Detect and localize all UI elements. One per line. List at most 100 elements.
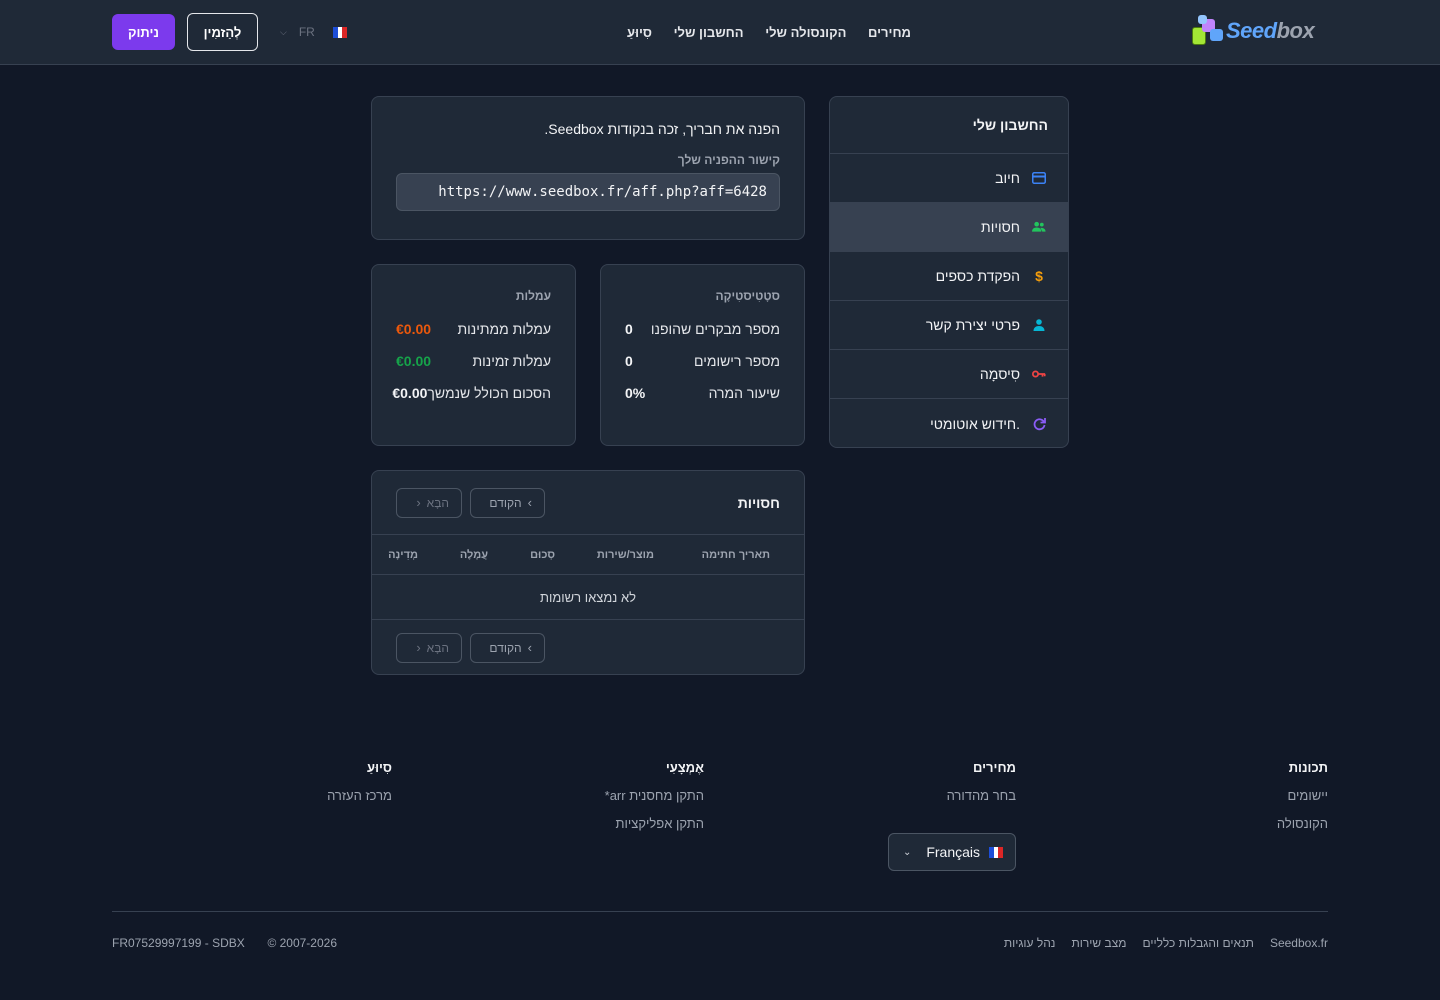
footer-link-install-apps[interactable]: התקן אפליקציות [605, 816, 704, 832]
commission-label: עמלות ממתינות [457, 321, 551, 337]
table-column-headers: תאריך חתימה מוצר/שירות סְכוּם עֲמָלָה מְ… [372, 535, 804, 575]
seedbox-logo[interactable]: Seedbox [1192, 14, 1322, 48]
column-header-product[interactable]: מוצר/שירות [597, 549, 654, 561]
sidebar-item-label: חיוב [995, 170, 1020, 186]
referral-intro: הפנה את חבריך, זכה בנקודות Seedbox. [544, 121, 780, 137]
statistics-card: סטָטִיסטִיקָה מספר מבקרים שהופנו 0 מספר … [600, 264, 805, 446]
next-label: הבָּא [426, 495, 449, 510]
referral-card: הפנה את חבריך, זכה בנקודות Seedbox. קישו… [371, 96, 805, 240]
footer-divider [112, 911, 1328, 912]
chevron-left-icon: ‹ [416, 495, 421, 510]
commission-value: €0.00 [396, 353, 432, 369]
commissions-card: עמלות עמלות ממתינות €0.00 עמלות זמינות €… [371, 264, 576, 446]
nav-pricing[interactable]: מחירים [868, 25, 911, 40]
pagination-bottom: › הקודם הבָּא ‹ [372, 620, 804, 674]
chevron-right-icon: › [527, 640, 532, 655]
pagination-top: › הקודם הבָּא ‹ [396, 487, 545, 518]
footer-language-select[interactable]: ⌄ Français [888, 833, 1016, 871]
copyright-line: FR07529997199 - SDBX © 2007-2026 [112, 936, 337, 950]
invite-button[interactable]: לְהַזמִין [187, 13, 258, 51]
footer-link-manage-cookies[interactable]: נהל עוגיות [1004, 936, 1056, 950]
stat-label: מספר רישומים [693, 353, 780, 369]
referral-link-label: קישור ההפניה שלך [677, 153, 780, 167]
sidebar-item-contact-details[interactable]: פרטי יצירת קשר [830, 301, 1068, 350]
footer-link-help-center[interactable]: מרכז העזרה [327, 788, 392, 804]
chevron-down-icon: ⌄ [903, 846, 912, 858]
sidebar-item-label: הפקדת כספים [935, 268, 1020, 284]
footer-col-title: אֶמְצָעִי [665, 760, 704, 775]
footer-col-features: תכונות יישומים הקונסולה [1277, 760, 1328, 832]
logout-button[interactable]: ניתוק [112, 14, 175, 50]
footer-link-seedbox[interactable]: Seedbox.fr [1270, 936, 1328, 950]
commission-row-withdrawn: הסכום הכולל שנמשך €0.00 [392, 377, 551, 409]
commission-value: €0.00 [396, 321, 432, 337]
previous-page-button[interactable]: › הקודם [470, 632, 545, 663]
sidebar-item-deposit[interactable]: הפקדת כספים $ [830, 252, 1068, 301]
footer-col-title: תכונות [1288, 760, 1328, 775]
logo-text-box: box [1276, 18, 1315, 43]
previous-label: הקודם [489, 640, 522, 655]
language-dropdown[interactable]: ⌵ FR [280, 22, 347, 42]
stat-row-visitors: מספר מבקרים שהופנו 0 [625, 313, 780, 345]
footer-col-title: סִיוּעַ [367, 760, 392, 775]
footer-col-title: מחירים [973, 760, 1016, 775]
french-flag-icon [332, 26, 347, 38]
sidebar-item-label: חידוש אוטומטי. [930, 415, 1020, 432]
key-icon [1032, 367, 1046, 381]
sidebar-item-label: פרטי יצירת קשר [925, 317, 1020, 333]
chevron-right-icon: › [527, 495, 532, 510]
commission-label: הסכום הכולל שנמשך [427, 385, 551, 401]
copyright-text: © 2007-2026 [267, 936, 337, 950]
stat-value: 0 [625, 321, 633, 337]
previous-page-button[interactable]: › הקודם [470, 487, 545, 518]
sidebar-item-password[interactable]: סִיסמָה [830, 350, 1068, 399]
footer-link-arr-stack[interactable]: התקן מחסנית arr* [605, 788, 704, 804]
sidebar-item-billing[interactable]: חיוב [830, 154, 1068, 203]
sponsorships-title: חסויות [737, 494, 780, 511]
users-icon [1032, 220, 1046, 234]
next-page-button[interactable]: הבָּא ‹ [396, 632, 462, 663]
footer-link-choose-edition[interactable]: בחר מהדורה [947, 788, 1016, 804]
company-id: FR07529997199 - SDBX [112, 936, 245, 950]
column-header-commission[interactable]: עֲמָלָה [460, 549, 488, 561]
user-icon [1032, 318, 1046, 332]
table-header-bar: חסויות › הקודם הבָּא ‹ [372, 471, 804, 535]
sidebar-item-sponsorships[interactable]: חסויות [830, 203, 1068, 252]
footer-col-resources: אֶמְצָעִי התקן מחסנית arr* התקן אפליקציו… [605, 760, 704, 832]
previous-label: הקודם [489, 495, 522, 510]
footer-link-service-status[interactable]: מצב שירות [1071, 936, 1126, 950]
table-empty-message: לא נמצאו רשומות [372, 575, 804, 620]
nav-my-console[interactable]: הקונסולה שלי [765, 25, 846, 40]
next-page-button[interactable]: הבָּא ‹ [396, 487, 462, 518]
next-label: הבָּא [426, 640, 449, 655]
footer-col-pricing: מחירים בחר מהדורה [947, 760, 1016, 804]
language-code: FR [298, 25, 315, 39]
chevron-down-icon: ⌵ [280, 26, 287, 37]
refresh-icon [1032, 417, 1046, 431]
language-label: Français [926, 844, 981, 860]
nav-support[interactable]: סִיוּעַ [627, 25, 652, 40]
sidebar-item-label: סִיסמָה [979, 366, 1020, 382]
column-header-amount[interactable]: סְכוּם [530, 549, 555, 561]
account-sidebar: החשבון שלי חיוב חסויות הפקדת כספים $ פרט… [829, 96, 1069, 448]
stat-value: 0% [625, 385, 646, 401]
column-header-signing-date[interactable]: תאריך חתימה [702, 549, 770, 561]
footer-link-console[interactable]: הקונסולה [1277, 816, 1328, 832]
commission-label: עמלות זמינות [472, 353, 551, 369]
nav-my-account[interactable]: החשבון שלי [674, 25, 744, 40]
dollar-icon: $ [1035, 268, 1043, 284]
commission-row-available: עמלות זמינות €0.00 [396, 345, 551, 377]
commission-row-pending: עמלות ממתינות €0.00 [396, 313, 551, 345]
logo-blocks-icon [1192, 15, 1224, 47]
credit-card-icon [1032, 171, 1046, 185]
sidebar-title: החשבון שלי [830, 97, 1068, 154]
sidebar-item-auto-renewal[interactable]: חידוש אוטומטי. [830, 399, 1068, 447]
referral-link-field[interactable] [396, 173, 780, 211]
top-navbar: Seedbox מחירים הקונסולה שלי החשבון שלי ס… [0, 0, 1440, 65]
stat-value: 0 [625, 353, 633, 369]
logo-text-seed: Seed [1226, 18, 1277, 43]
footer-link-apps[interactable]: יישומים [1277, 788, 1329, 804]
footer-link-terms[interactable]: תנאים והגבלות כלליים [1142, 936, 1253, 950]
footer-col-support: סִיוּעַ מרכז העזרה [327, 760, 392, 804]
column-header-country[interactable]: מְדִינָה [388, 549, 418, 561]
